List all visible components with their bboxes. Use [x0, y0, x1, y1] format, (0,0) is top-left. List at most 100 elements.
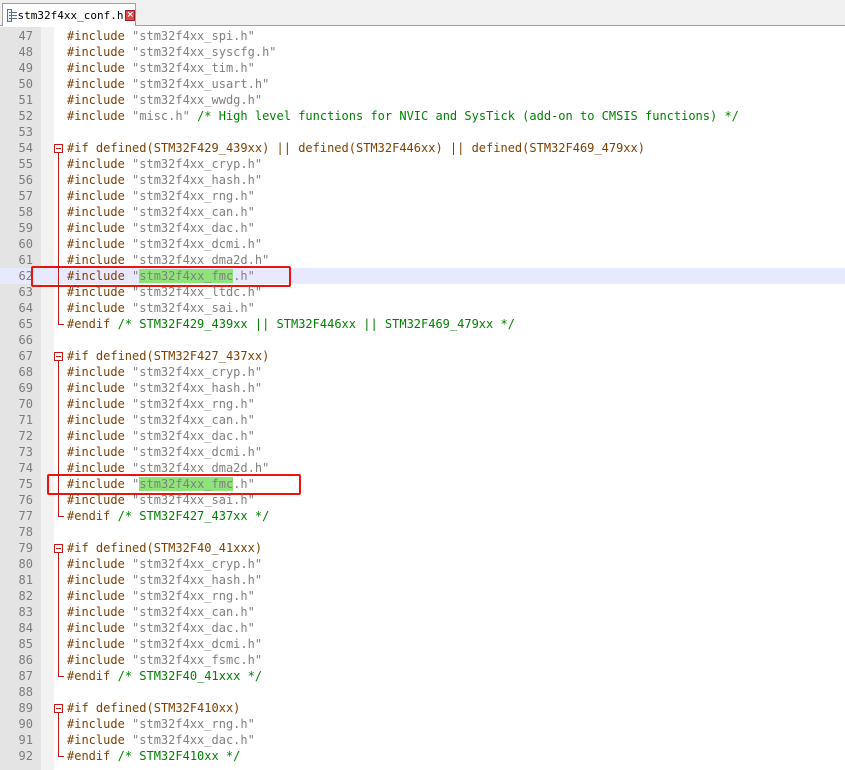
code-line[interactable]: 68 #include "stm32f4xx_cryp.h": [0, 364, 845, 380]
code-line[interactable]: 87 #endif /* STM32F40_41xxx */: [0, 668, 845, 684]
code-token: "stm32f4xx_dac.h": [132, 621, 255, 635]
code-token: #include: [67, 61, 133, 75]
code-line[interactable]: 73 #include "stm32f4xx_dcmi.h": [0, 444, 845, 460]
code-text: #include "stm32f4xx_wwdg.h": [67, 92, 262, 108]
code-line[interactable]: 47 #include "stm32f4xx_spi.h": [0, 28, 845, 44]
tab-label: stm32f4xx_conf.h: [17, 8, 124, 22]
line-number: 57: [18, 189, 33, 203]
code-token: #include: [67, 589, 133, 603]
code-line[interactable]: 50 #include "stm32f4xx_usart.h": [0, 76, 845, 92]
code-token: #include: [67, 157, 133, 171]
code-token: "stm32f4xx_can.h": [132, 413, 255, 427]
code-line[interactable]: 54 #if defined(STM32F429_439xx) || define…: [0, 140, 845, 156]
fold-range-line: [58, 153, 59, 324]
code-token: "stm32f4xx_sai.h": [132, 493, 255, 507]
code-text: #include "stm32f4xx_spi.h": [67, 28, 255, 44]
fold-toggle-icon[interactable]: [54, 704, 63, 713]
code-line[interactable]: 84 #include "stm32f4xx_dac.h": [0, 620, 845, 636]
code-line[interactable]: 86 #include "stm32f4xx_fsmc.h": [0, 652, 845, 668]
code-line[interactable]: 92 #endif /* STM32F410xx */: [0, 748, 845, 764]
code-text: #include "stm32f4xx_cryp.h": [67, 556, 262, 572]
fold-range-line: [58, 361, 59, 516]
line-number: 76: [18, 493, 33, 507]
code-token: #include: [67, 253, 133, 267]
code-line[interactable]: 56 #include "stm32f4xx_hash.h": [0, 172, 845, 188]
code-token: "stm32f4xx_rng.h": [132, 717, 255, 731]
code-line[interactable]: 89 #if defined(STM32F410xx): [0, 700, 845, 716]
code-text: #include "stm32f4xx_dcmi.h": [67, 236, 262, 252]
line-number: 72: [18, 429, 33, 443]
code-token: "stm32f4xx_cryp.h": [132, 157, 263, 171]
line-number: 64: [18, 301, 33, 315]
code-line[interactable]: 49 #include "stm32f4xx_tim.h": [0, 60, 845, 76]
code-line[interactable]: 71 #include "stm32f4xx_can.h": [0, 412, 845, 428]
code-line[interactable]: 82 #include "stm32f4xx_rng.h": [0, 588, 845, 604]
code-line[interactable]: 60 #include "stm32f4xx_dcmi.h": [0, 236, 845, 252]
code-token: /* High level functions for NVIC and Sys…: [197, 109, 739, 123]
code-line[interactable]: 79 #if defined(STM32F40_41xxx): [0, 540, 845, 556]
tab-stm32f4xx-conf[interactable]: stm32f4xx_conf.h ×: [2, 3, 136, 26]
code-line[interactable]: 48 #include "stm32f4xx_syscfg.h": [0, 44, 845, 60]
code-line[interactable]: 76 #include "stm32f4xx_sai.h": [0, 492, 845, 508]
code-line[interactable]: 67 #if defined(STM32F427_437xx): [0, 348, 845, 364]
code-line[interactable]: 80 #include "stm32f4xx_cryp.h": [0, 556, 845, 572]
code-token: #include: [67, 221, 133, 235]
fold-toggle-icon[interactable]: [54, 352, 63, 361]
code-line[interactable]: 70 #include "stm32f4xx_rng.h": [0, 396, 845, 412]
code-text: #endif /* STM32F427_437xx */: [67, 508, 269, 524]
code-line[interactable]: 51 #include "stm32f4xx_wwdg.h": [0, 92, 845, 108]
line-number: 68: [18, 365, 33, 379]
line-number: 79: [18, 541, 33, 555]
code-line[interactable]: 72 #include "stm32f4xx_dac.h": [0, 428, 845, 444]
code-text: #include "stm32f4xx_rng.h": [67, 396, 255, 412]
line-number: 73: [18, 445, 33, 459]
code-line[interactable]: 78: [0, 524, 845, 540]
line-number: 58: [18, 205, 33, 219]
code-line[interactable]: 66: [0, 332, 845, 348]
line-number: 49: [18, 61, 33, 75]
code-line[interactable]: 90 #include "stm32f4xx_rng.h": [0, 716, 845, 732]
code-editor[interactable]: 47 #include "stm32f4xx_spi.h" 48 #include "…: [0, 27, 845, 770]
code-line[interactable]: 55 #include "stm32f4xx_cryp.h": [0, 156, 845, 172]
code-text: #include "stm32f4xx_syscfg.h": [67, 44, 277, 60]
line-number: 83: [18, 605, 33, 619]
code-token: #if defined(STM32F40_41xxx): [67, 541, 263, 555]
code-line[interactable]: 57 #include "stm32f4xx_rng.h": [0, 188, 845, 204]
code-text: #include "stm32f4xx_hash.h": [67, 380, 262, 396]
code-line[interactable]: 65 #endif /* STM32F429_439xx || STM32F446…: [0, 316, 845, 332]
line-number: 71: [18, 413, 33, 427]
code-token: "stm32f4xx_dac.h": [132, 429, 255, 443]
code-line[interactable]: 53: [0, 124, 845, 140]
fold-toggle-icon[interactable]: [54, 544, 63, 553]
code-line[interactable]: 83 #include "stm32f4xx_can.h": [0, 604, 845, 620]
code-line[interactable]: 69 #include "stm32f4xx_hash.h": [0, 380, 845, 396]
close-icon[interactable]: ×: [125, 9, 135, 21]
fold-toggle-icon[interactable]: [54, 144, 63, 153]
code-text: #if defined(STM32F40_41xxx): [67, 540, 262, 556]
line-number: 82: [18, 589, 33, 603]
line-number: 67: [18, 349, 33, 363]
line-number: 51: [18, 93, 33, 107]
code-line[interactable]: 85 #include "stm32f4xx_dcmi.h": [0, 636, 845, 652]
code-line[interactable]: 64 #include "stm32f4xx_sai.h": [0, 300, 845, 316]
code-token: /* STM32F410xx */: [117, 749, 241, 763]
code-line[interactable]: 88: [0, 684, 845, 700]
line-number: 75: [18, 477, 33, 491]
code-token: #include: [67, 605, 133, 619]
code-token: #include: [67, 285, 133, 299]
code-line[interactable]: 52 #include "misc.h" /* High level functi…: [0, 108, 845, 124]
code-token: #include: [67, 205, 133, 219]
code-text: #if defined(STM32F429_439xx) || defined(…: [67, 140, 645, 156]
code-line[interactable]: 91 #include "stm32f4xx_dac.h": [0, 732, 845, 748]
code-text: #include "stm32f4xx_ltdc.h": [67, 284, 262, 300]
code-line[interactable]: 58 #include "stm32f4xx_can.h": [0, 204, 845, 220]
line-number: 84: [18, 621, 33, 635]
code-line[interactable]: 59 #include "stm32f4xx_dac.h": [0, 220, 845, 236]
code-token: "stm32f4xx_cryp.h": [132, 365, 263, 379]
code-token: "stm32f4xx_can.h": [132, 205, 255, 219]
code-line[interactable]: 77 #endif /* STM32F427_437xx */: [0, 508, 845, 524]
code-line[interactable]: 81 #include "stm32f4xx_hash.h": [0, 572, 845, 588]
code-token: /* STM32F40_41xxx */: [117, 669, 263, 683]
line-number: 80: [18, 557, 33, 571]
code-line[interactable]: 63 #include "stm32f4xx_ltdc.h": [0, 284, 845, 300]
